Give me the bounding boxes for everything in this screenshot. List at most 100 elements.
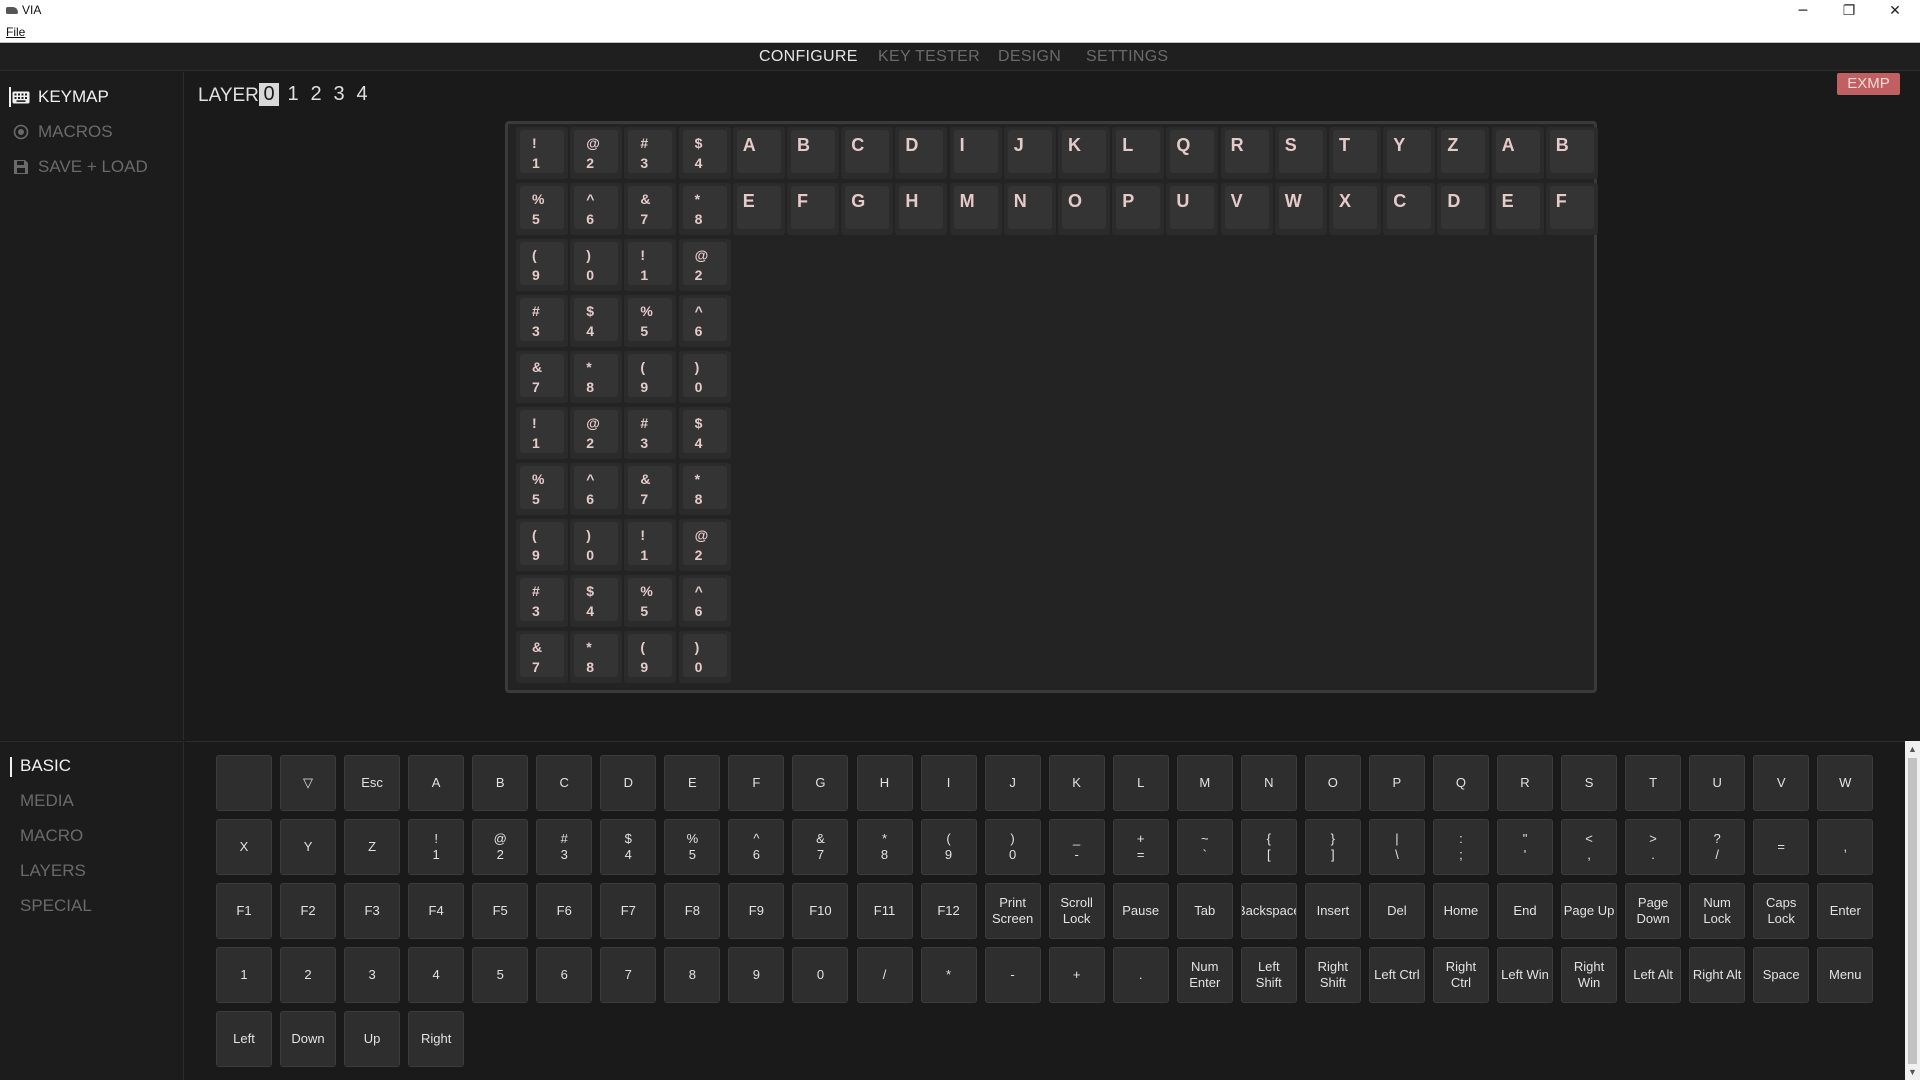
palette-key[interactable]: = [1753,819,1810,875]
keymap-key[interactable]: * 8 [570,351,623,403]
palette-key[interactable]: 9 [728,947,785,1003]
palette-key[interactable]: Up [344,1011,401,1067]
palette-key[interactable]: Esc [344,755,401,811]
keymap-key[interactable]: $4 [570,295,623,347]
category-media[interactable]: MEDIA [20,791,74,811]
keymap-key[interactable]: ^ 6 [570,183,623,235]
palette-key[interactable]: ▽ [280,755,337,811]
palette-key[interactable]: M [1176,755,1233,811]
sidebar-item-save-load[interactable]: SAVE + LOAD [12,156,148,178]
keymap-key[interactable]: ^ 6 [570,463,623,515]
palette-key[interactable]: S [1561,755,1618,811]
palette-key[interactable]: 5 [472,947,529,1003]
palette-key[interactable]: ) 0 [984,819,1041,875]
palette-key[interactable]: . [1112,947,1169,1003]
palette-key[interactable]: # 3 [536,819,593,875]
keymap-key[interactable]: % 5 [624,575,677,627]
palette-key[interactable]: Right Shift [1304,947,1361,1003]
palette-key[interactable]: C [536,755,593,811]
keymap-key[interactable]: & 7 [516,631,568,683]
keymap-key[interactable]: ^ 6 [678,295,731,347]
palette-key[interactable]: 4 [408,947,465,1003]
keymap-key[interactable]: % 5 [516,183,568,235]
palette-key[interactable]: / [856,947,913,1003]
keymap-key[interactable]: E [1491,183,1544,235]
palette-key[interactable]: > . [1625,819,1682,875]
keymap-key[interactable]: % 5 [624,295,677,347]
palette-key[interactable]: _ - [1048,819,1105,875]
keymap-key[interactable]: #3 [516,575,568,627]
keymap-key[interactable]: H [895,183,948,235]
palette-key[interactable]: , [1817,819,1874,875]
keymap-key[interactable]: ) 0 [570,239,623,291]
palette-key[interactable]: F9 [728,883,785,939]
keymap-key[interactable]: L [1112,127,1165,179]
palette-key[interactable]: P [1368,755,1425,811]
keymap-key[interactable]: ) 0 [678,631,731,683]
keymap-key[interactable]: $4 [678,127,731,179]
keymap-key[interactable]: E [732,183,785,235]
palette-key[interactable]: Q [1432,755,1489,811]
keymap-key[interactable]: @2 [678,239,731,291]
palette-key[interactable]: O [1304,755,1361,811]
palette-key[interactable]: L [1112,755,1169,811]
palette-key[interactable]: Right Win [1561,947,1618,1003]
keymap-key[interactable]: #3 [516,295,568,347]
keymap-key[interactable]: (9 [624,351,677,403]
palette-key[interactable]: * [920,947,977,1003]
keymap-key[interactable]: % 5 [516,463,568,515]
layer-0-button[interactable]: 0 [259,83,279,106]
palette-key[interactable]: F11 [856,883,913,939]
keymap-key[interactable]: A [1491,127,1544,179]
palette-key[interactable]: F7 [600,883,657,939]
palette-key[interactable]: U [1689,755,1746,811]
keymap-key[interactable]: $4 [678,407,731,459]
keymap-key[interactable]: ! 1 [624,239,677,291]
palette-key[interactable]: B [472,755,529,811]
keymap-key[interactable]: R [1220,127,1273,179]
palette-key[interactable]: 0 [792,947,849,1003]
palette-key[interactable]: Left Shift [1240,947,1297,1003]
palette-key[interactable]: + [1048,947,1105,1003]
keymap-key[interactable]: A [732,127,785,179]
palette-key[interactable]: 2 [280,947,337,1003]
palette-key[interactable]: Scroll Lock [1048,883,1105,939]
palette-key[interactable]: F4 [408,883,465,939]
palette-key[interactable]: Page Up [1561,883,1618,939]
keymap-key[interactable]: V [1220,183,1273,235]
keymap-key[interactable]: ! 1 [624,519,677,571]
palette-key[interactable]: { [ [1240,819,1297,875]
keymap-key[interactable]: Z [1437,127,1490,179]
category-macro[interactable]: MACRO [20,826,83,846]
palette-key[interactable]: Right Ctrl [1432,947,1489,1003]
palette-key[interactable]: G [792,755,849,811]
palette-key[interactable]: R [1497,755,1553,811]
palette-key[interactable]: Caps Lock [1753,883,1810,939]
palette-key[interactable]: | \ [1368,819,1425,875]
palette-key[interactable]: T [1625,755,1682,811]
keymap-key[interactable]: * 8 [678,183,731,235]
palette-key[interactable]: 1 [216,947,272,1003]
keymap-key[interactable]: G [841,183,894,235]
keymap-key[interactable]: D [1437,183,1490,235]
palette-key[interactable]: Num Enter [1176,947,1233,1003]
keymap-key[interactable]: ^ 6 [678,575,731,627]
palette-key[interactable]: N [1240,755,1297,811]
palette-key[interactable]: " ' [1497,819,1553,875]
palette-key[interactable]: Tab [1176,883,1233,939]
keymap-key[interactable]: J [1003,127,1056,179]
keymap-key[interactable]: W [1274,183,1327,235]
palette-key[interactable]: E [664,755,721,811]
keymap-key[interactable]: M [949,183,1002,235]
palette-key[interactable]: F [728,755,785,811]
palette-key[interactable]: Left Win [1497,947,1553,1003]
palette-key[interactable]: ? / [1689,819,1746,875]
keymap-key[interactable]: & 7 [624,463,677,515]
palette-key[interactable]: J [984,755,1041,811]
palette-key[interactable]: & 7 [792,819,849,875]
palette-key[interactable]: < , [1561,819,1618,875]
keymap-key[interactable]: U [1166,183,1219,235]
keymap-key[interactable]: $4 [570,575,623,627]
keymap-key[interactable]: @2 [570,127,623,179]
palette-key[interactable]: V [1753,755,1810,811]
